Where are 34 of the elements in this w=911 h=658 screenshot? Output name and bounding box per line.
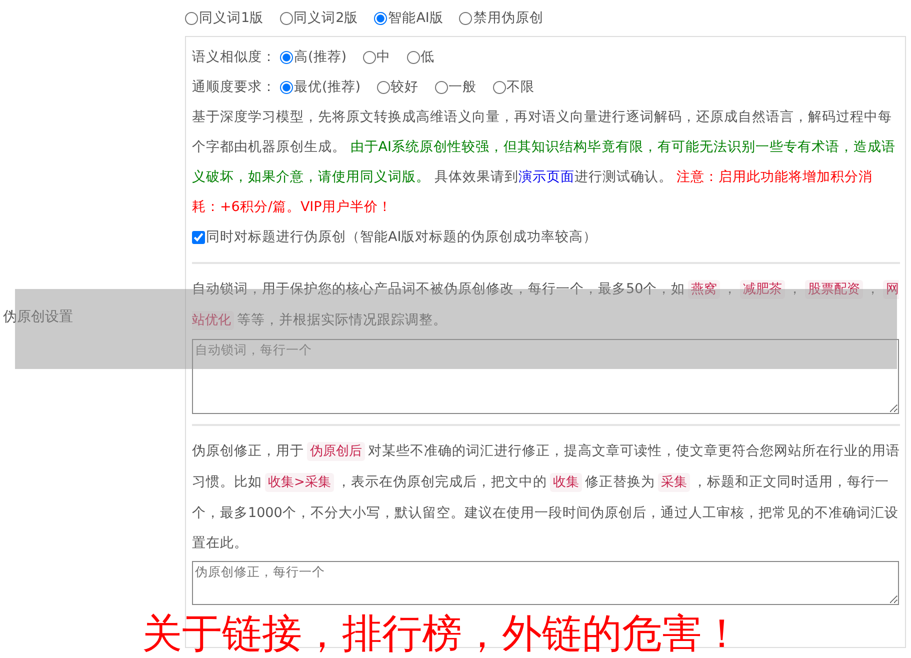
radio-label[interactable]: 同义词2版 <box>294 9 358 27</box>
radio-button[interactable] <box>280 80 293 94</box>
radio-label[interactable]: 中 <box>376 48 391 66</box>
radio-button[interactable] <box>280 50 293 64</box>
description-text: 基于深度学习模型，先将原文转换成高维语义向量，再对语义向量进行逐词解码，还原成自然语言，解码过程中每个字都由机器原创生成。 由于AI系统原创性较强，但其知识结构毕竟有限，有可能无法识别一些专有术语，造成语义破坏，如果介意，请使用同义词版。 具体效果请到演示页面进行测试确认。 注意：启用此功能将增加积分消耗：+6积分/篇。VIP用户半价！ <box>192 108 897 217</box>
lock-words-field[interactable]: 自动锁词，每行一个 <box>192 339 899 414</box>
radio-label[interactable]: 不限 <box>506 78 535 96</box>
radio-label[interactable]: 智能AI版 <box>388 9 444 27</box>
radio-button[interactable] <box>434 80 448 94</box>
checkbox-label[interactable]: 同时对标题进行伪原创（智能AI版对标题的伪原创成功率较高） <box>206 228 598 246</box>
radio-button[interactable] <box>406 50 420 64</box>
demo-link[interactable]: 演示页面 <box>518 169 574 185</box>
radio-button[interactable] <box>185 12 198 24</box>
radio-button[interactable] <box>280 12 293 24</box>
radio-label[interactable]: 同义词1版 <box>199 9 264 27</box>
radio-button[interactable] <box>492 80 506 94</box>
field-label: 语义相似度： <box>192 48 276 66</box>
radio-label[interactable]: 最优(推荐) <box>294 78 361 96</box>
caption-text: 关于链接，排行榜，外链的危害！ <box>142 612 742 656</box>
radio-label[interactable]: 禁用伪原创 <box>473 9 544 27</box>
radio-label[interactable]: 较好 <box>390 78 419 96</box>
checkbox[interactable] <box>192 230 205 244</box>
radio-button[interactable] <box>362 50 376 64</box>
radio-label[interactable]: 高(推荐) <box>294 48 347 66</box>
radio-button[interactable] <box>374 12 388 24</box>
correction-description: 伪原创修正，用于 伪原创后 对某些不准确的词汇进行修正，提高文章可读性，使文章更符合您网站所在行业的用语习惯。比如 收集>采集 ，表示在伪原创完成后，把文中的 收集 修正替换为 采集 ，标题和正文同时适用，每行一个，最多1000个，不分大小写，默认留空。建议在使用一段时间伪原创后，通过人工审核，把常见的不准确词汇设置在此。 <box>192 441 900 553</box>
radio-label[interactable]: 一般 <box>448 78 477 96</box>
lock-words-description: 自动锁词，用于保护您的核心产品词不被伪原创修改，每行一个，最多50个，如 燕窝 ， 减肥茶 ， 股票配资 ， 网站优化 等等，并根据实际情况跟踪调整。 <box>192 279 900 332</box>
section-label: 伪原创设置 <box>3 308 73 326</box>
field-label: 通顺度要求： <box>192 78 276 96</box>
radio-label[interactable]: 低 <box>420 48 435 66</box>
radio-button[interactable] <box>376 80 390 94</box>
radio-button[interactable] <box>459 12 472 24</box>
correction-field[interactable]: 伪原创修正，每行一个 <box>192 561 899 605</box>
